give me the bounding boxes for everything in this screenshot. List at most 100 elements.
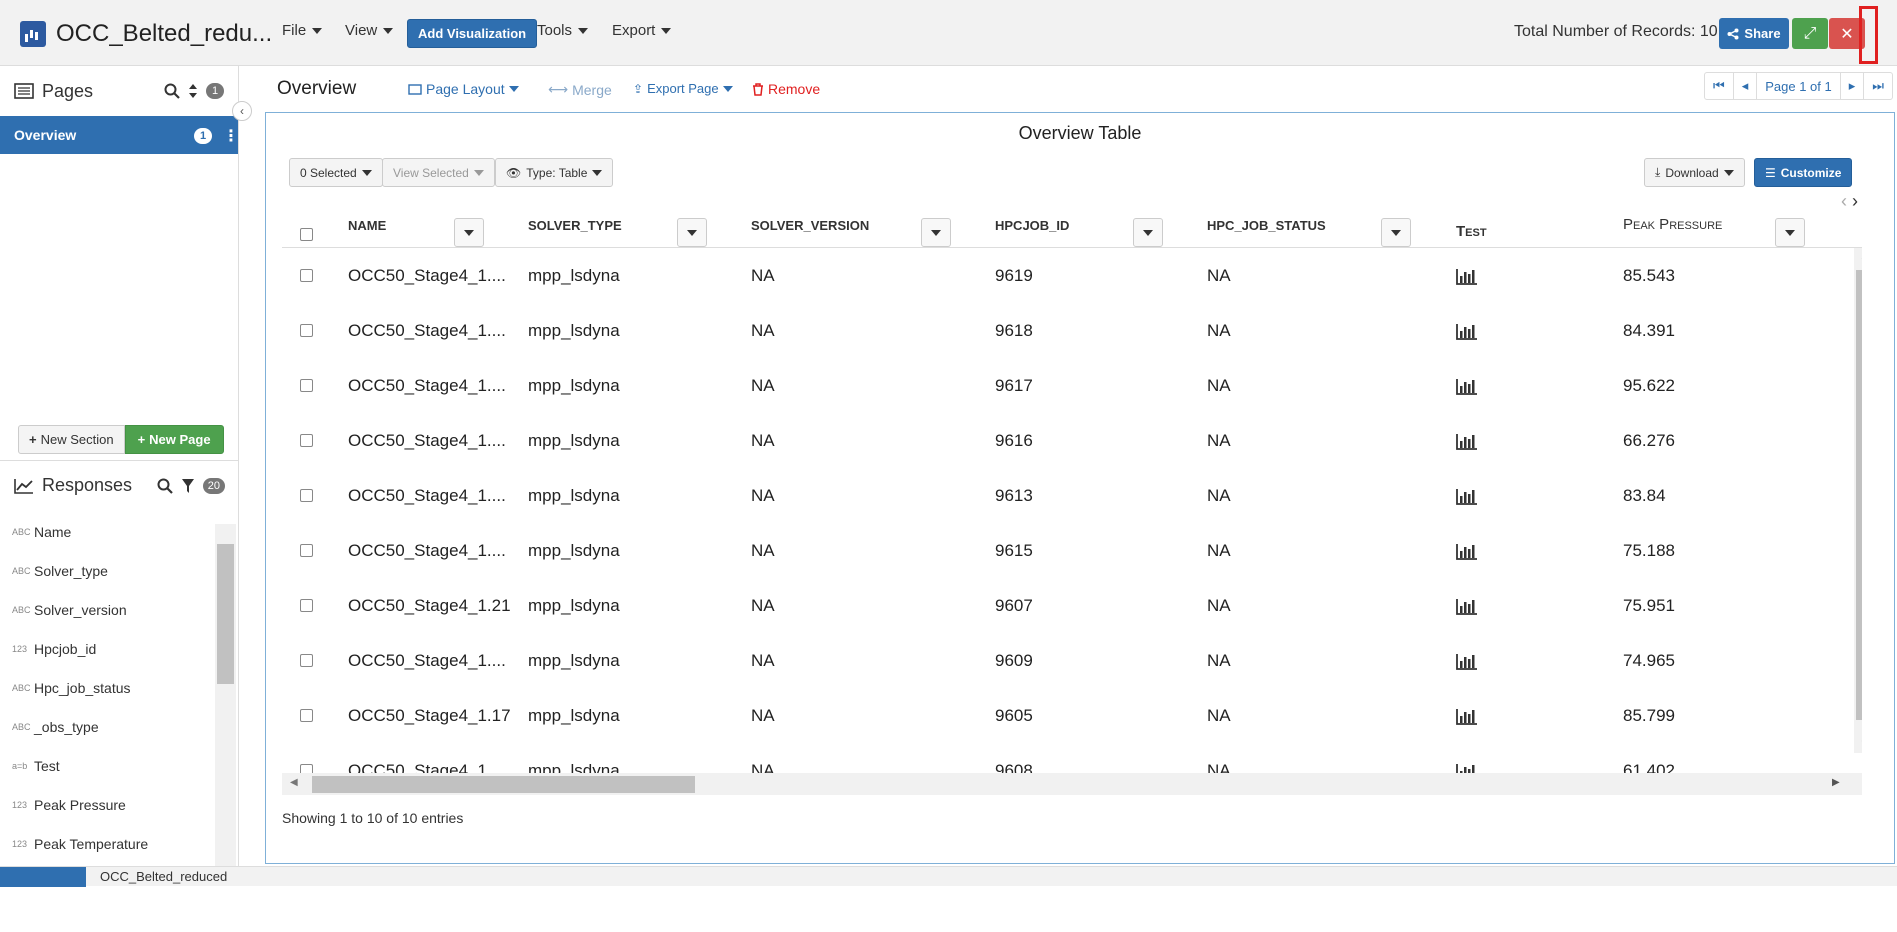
bar-chart-icon[interactable] [1456, 433, 1478, 450]
table-row[interactable]: OCC50_Stage4_1.17 mpp_lsdyna NA 9605 NA 85.79… [282, 688, 1862, 743]
column-menu-button[interactable] [454, 218, 484, 247]
scroll-left-icon[interactable]: ◀ [290, 777, 298, 788]
row-checkbox[interactable] [300, 379, 313, 392]
bottom-active-tab[interactable] [0, 867, 86, 887]
column-header-hpcjob-id[interactable]: HPCJOB_ID [995, 218, 1069, 233]
response-type-icon: ABC [12, 565, 31, 576]
column-header-solver-type[interactable]: SOLVER_TYPE [528, 218, 622, 233]
table-cell: 9616 [995, 431, 1033, 450]
menu-view[interactable]: View [345, 22, 394, 39]
table-cell: OCC50_Stage4_1.17 [348, 706, 511, 725]
view-selected-button[interactable]: View Selected [382, 158, 495, 187]
table-cell: 85.543 [1623, 266, 1675, 285]
bar-chart-icon[interactable] [1456, 378, 1478, 395]
search-icon[interactable] [164, 83, 180, 99]
bar-chart-icon[interactable] [1456, 598, 1478, 615]
scrollbar-thumb[interactable] [312, 776, 695, 793]
response-item[interactable]: ABC _obs_type [0, 707, 215, 746]
column-header-hpc-job-status[interactable]: HPC_JOB_STATUS [1207, 218, 1326, 233]
table-row[interactable]: OCC50_Stage4_1.21 mpp_lsdyna NA 9607 NA 75.95… [282, 578, 1862, 633]
response-item[interactable]: ABC Hpc_job_status [0, 668, 215, 707]
table-panel: Overview Table 0 Selected View Selected … [265, 112, 1895, 864]
table-cell: 74.965 [1623, 651, 1675, 670]
bar-chart-icon[interactable] [1456, 543, 1478, 560]
table-vertical-scrollbar[interactable]: ▲ ▼ [1854, 248, 1862, 753]
response-item[interactable]: 123 Peak Pressure [0, 785, 215, 824]
menu-file[interactable]: File [282, 22, 323, 39]
sort-icon[interactable] [188, 83, 198, 99]
filter-icon[interactable] [181, 478, 195, 494]
table-horizontal-scrollbar[interactable]: ◀ ▶ [282, 773, 1862, 795]
column-menu-button[interactable] [921, 218, 951, 247]
scroll-down-icon[interactable]: ▼ [1860, 738, 1862, 748]
table-row[interactable]: OCC50_Stage4_1.... mpp_lsdyna NA 9617 NA 95.6… [282, 358, 1862, 413]
column-menu-button[interactable] [1381, 218, 1411, 247]
table-row[interactable]: OCC50_Stage4_1.... mpp_lsdyna NA 9609 NA 74.9… [282, 633, 1862, 688]
response-item[interactable]: a=b Test [0, 746, 215, 785]
row-checkbox[interactable] [300, 599, 313, 612]
table-cell: mpp_lsdyna [528, 651, 620, 670]
scroll-right-icon[interactable]: ▶ [1832, 777, 1840, 788]
table-row[interactable]: OCC50_Stage4_1.... mpp_lsdyna NA 9616 NA 66.2… [282, 413, 1862, 468]
search-icon[interactable] [157, 478, 173, 494]
response-item[interactable]: ABC Name [0, 512, 215, 551]
kebab-menu-icon[interactable]: ⋮ [223, 126, 239, 146]
selected-dropdown[interactable]: 0 Selected [289, 158, 383, 187]
table-row[interactable]: OCC50_Stage4_1.... mpp_lsdyna NA 9619 NA 85.5… [282, 248, 1862, 303]
column-menu-button[interactable] [1133, 218, 1163, 247]
bar-chart-icon[interactable] [1456, 323, 1478, 340]
response-item[interactable]: ABC Solver_version [0, 590, 215, 629]
table-cell: mpp_lsdyna [528, 266, 620, 285]
expand-button[interactable]: ⤢ [1792, 18, 1828, 49]
column-header-solver-version[interactable]: SOLVER_VERSION [751, 218, 869, 233]
row-checkbox[interactable] [300, 269, 313, 282]
scrollbar-thumb[interactable] [217, 544, 234, 684]
type-dropdown[interactable]: 👁 Type: Table [495, 158, 614, 187]
column-header-peak-pressure[interactable]: Peak Pressure [1623, 216, 1722, 233]
prev-page-icon[interactable]: ◂ [1734, 73, 1758, 99]
export-page-button[interactable]: ⇪ Export Page [633, 81, 733, 96]
bar-chart-icon[interactable] [1456, 268, 1478, 285]
bar-chart-icon[interactable] [1456, 488, 1478, 505]
menu-tools-label: Tools [537, 22, 573, 39]
next-page-icon[interactable]: ▸ [1841, 73, 1865, 99]
add-visualization-button[interactable]: Add Visualization [407, 19, 538, 48]
last-page-icon[interactable]: ⏭ [1864, 73, 1892, 99]
response-item[interactable]: 123 Hpcjob_id [0, 629, 215, 668]
new-page-button[interactable]: + New Page [124, 425, 224, 454]
responses-scrollbar[interactable] [215, 524, 236, 866]
bar-chart-icon[interactable] [1456, 708, 1478, 725]
column-header-test[interactable]: Test [1456, 223, 1487, 240]
sidebar-item-overview[interactable]: Overview 1 ⋮ [0, 116, 239, 154]
menu-export[interactable]: Export [612, 22, 672, 39]
download-dropdown[interactable]: ⤓ Download [1644, 158, 1745, 187]
row-checkbox[interactable] [300, 709, 313, 722]
first-page-icon[interactable]: ⏮ [1705, 73, 1734, 99]
row-checkbox[interactable] [300, 434, 313, 447]
row-checkbox[interactable] [300, 324, 313, 337]
menu-tools[interactable]: Tools [537, 22, 589, 39]
response-item[interactable]: ABC Solver_type [0, 551, 215, 590]
response-item[interactable]: 123 Peak Temperature [0, 824, 215, 863]
remove-button[interactable]: Remove [752, 81, 820, 97]
column-menu-button[interactable] [1775, 218, 1805, 247]
table-row[interactable]: OCC50_Stage4_1.... mpp_lsdyna NA 9613 NA 83.8… [282, 468, 1862, 523]
share-button[interactable]: Share [1719, 18, 1789, 49]
table-row[interactable]: OCC50_Stage4_1.... mpp_lsdyna NA 9618 NA 84.3… [282, 303, 1862, 358]
merge-button[interactable]: ⟷ Merge [548, 81, 612, 98]
select-all-checkbox[interactable] [300, 228, 313, 241]
table-row[interactable]: OCC50_Stage4_1.... mpp_lsdyna NA 9615 NA 75.1… [282, 523, 1862, 578]
row-checkbox[interactable] [300, 544, 313, 557]
collapse-sidebar-button[interactable]: ‹ [232, 101, 252, 121]
scroll-up-icon[interactable]: ▲ [1860, 251, 1862, 261]
row-checkbox[interactable] [300, 489, 313, 502]
new-section-button[interactable]: + New Section [18, 425, 125, 454]
bar-chart-icon[interactable] [1456, 653, 1478, 670]
row-checkbox[interactable] [300, 654, 313, 667]
column-header-name[interactable]: NAME [348, 218, 386, 233]
scrollbar-thumb[interactable] [1856, 270, 1862, 720]
customize-button[interactable]: ☰ Customize [1754, 158, 1853, 187]
page-layout-button[interactable]: Page Layout [408, 81, 519, 97]
column-menu-button[interactable] [677, 218, 707, 247]
bottom-tab[interactable]: OCC_Belted_reduced [100, 869, 227, 884]
